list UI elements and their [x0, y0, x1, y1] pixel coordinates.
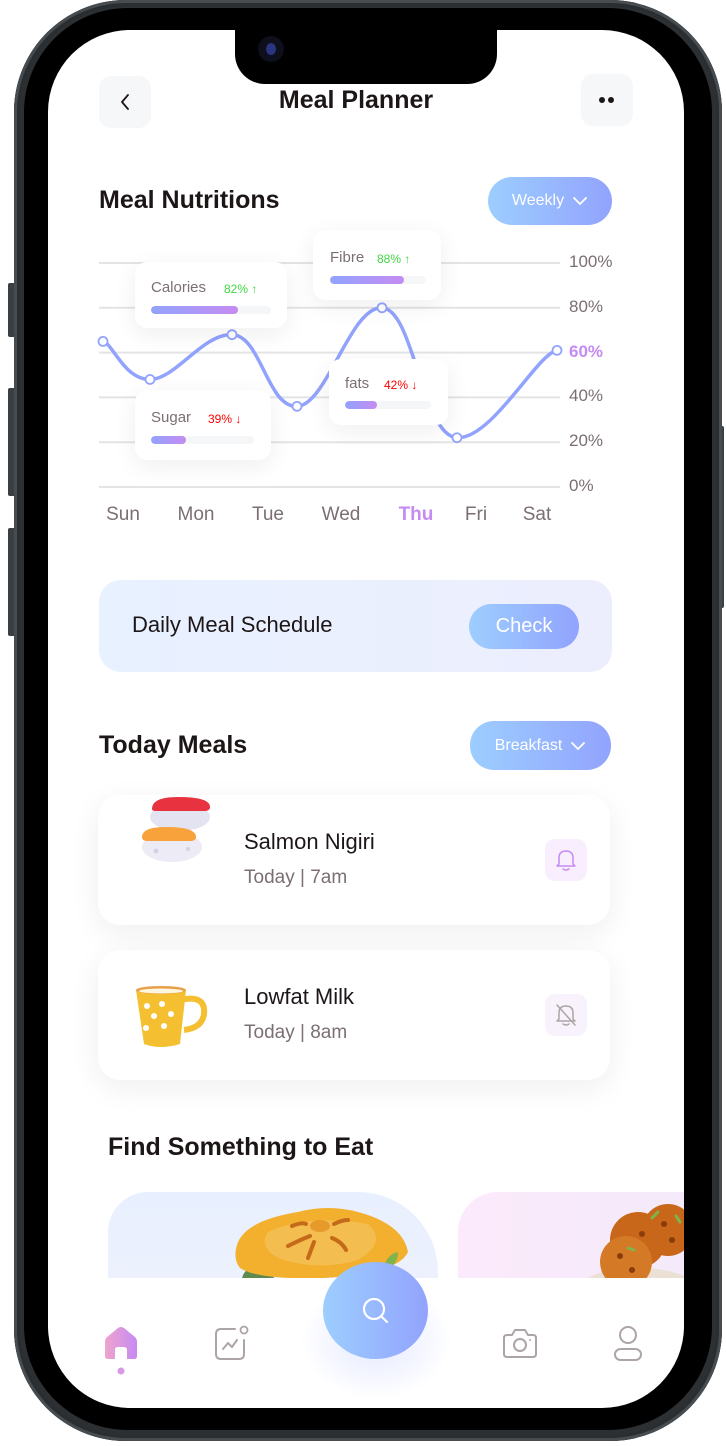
meal-type-selector-label: Breakfast [494, 736, 563, 754]
nutrition-percent: 82% ↑ [224, 282, 258, 296]
meal-name: Salmon Nigiri [244, 829, 375, 854]
chart-point-thu[interactable] [376, 302, 388, 314]
nav-camera[interactable] [500, 1324, 540, 1362]
chart-point-sun[interactable] [97, 335, 109, 347]
nutrition-percent: 42% ↓ [384, 378, 418, 392]
activity-icon [215, 1325, 249, 1360]
front-camera [258, 36, 284, 62]
nutrition-card-sugar[interactable]: Sugar 39% ↓ [135, 390, 271, 460]
y-tick-label: 20% [569, 431, 604, 451]
sushi-image [142, 797, 210, 862]
nutrition-label: fats [345, 375, 370, 392]
nav-profile[interactable] [610, 1324, 646, 1364]
meal-item[interactable]: Lowfat Milk Today | 8am [98, 950, 610, 1080]
nutrition-percent: 88% ↑ [377, 252, 411, 266]
chart-point-mon[interactable] [144, 374, 156, 385]
today-meals-title: Today Meals [99, 731, 248, 759]
y-tick-label: 40% [569, 386, 604, 406]
nutrition-card-calories[interactable]: Calories 82% ↑ [135, 262, 287, 328]
notification-toggle[interactable] [545, 839, 587, 881]
chart-point-sat[interactable] [551, 344, 563, 356]
profile-icon [614, 1326, 642, 1361]
nav-home[interactable] [100, 1322, 142, 1378]
y-tick-label: 80% [569, 296, 604, 316]
check-button-label: Check [495, 615, 553, 637]
nutrition-label: Sugar [151, 409, 192, 426]
nutrition-card-fibre[interactable]: Fibre 88% ↑ [313, 230, 441, 300]
chart-point-wed[interactable] [291, 400, 303, 412]
arrow-down-icon: ↓ [235, 412, 242, 426]
nutrition-label: Calories [151, 279, 207, 296]
meal-type-selector[interactable]: Breakfast [470, 721, 611, 770]
nav-activity[interactable] [210, 1322, 252, 1364]
camera-icon [503, 1329, 537, 1358]
bell-off-icon [556, 1004, 576, 1026]
search-button[interactable] [323, 1262, 428, 1359]
nutrition-progress [151, 436, 254, 444]
chevron-down-icon [571, 741, 586, 750]
nutrition-label: Fibre [330, 249, 365, 266]
x-tick-label-mon[interactable]: Mon [156, 504, 236, 526]
y-tick-label: 100% [569, 252, 613, 271]
daily-schedule-title: Daily Meal Schedule [132, 612, 333, 637]
check-button[interactable]: Check [469, 604, 579, 649]
x-tick-label-sat[interactable]: Sat [497, 504, 577, 526]
x-tick-label-tue[interactable]: Tue [228, 504, 308, 526]
meal-name: Lowfat Milk [244, 984, 355, 1009]
arrow-up-icon: ↑ [404, 252, 411, 266]
cup-image [136, 986, 208, 1047]
nutrition-progress [151, 306, 271, 314]
arrow-down-icon: ↓ [411, 378, 418, 392]
nutrition-progress [330, 276, 426, 284]
nutrition-progress [345, 401, 431, 409]
x-tick-label-wed[interactable]: Wed [301, 504, 381, 526]
meal-time: Today | 8am [244, 1022, 348, 1043]
nutrition-percent: 39% ↓ [208, 412, 242, 426]
search-icon [362, 1297, 388, 1323]
meal-time: Today | 7am [244, 867, 348, 888]
find-section-title: Find Something to Eat [108, 1133, 374, 1161]
chart-point-tue[interactable] [226, 329, 238, 341]
x-tick-label-sun[interactable]: Sun [83, 504, 163, 526]
meal-item[interactable]: Salmon Nigiri Today | 7am [98, 795, 610, 925]
y-tick-label: 0% [569, 476, 594, 495]
home-icon [105, 1327, 137, 1375]
chart-point-fri[interactable] [451, 432, 463, 444]
daily-schedule-banner: Daily Meal Schedule Check [99, 580, 612, 672]
bell-icon [556, 850, 576, 871]
notification-toggle[interactable] [545, 994, 587, 1036]
nutrition-card-fats[interactable]: fats 42% ↓ [329, 359, 448, 425]
y-tick-label: 60% [569, 341, 604, 361]
arrow-up-icon: ↑ [251, 282, 258, 296]
